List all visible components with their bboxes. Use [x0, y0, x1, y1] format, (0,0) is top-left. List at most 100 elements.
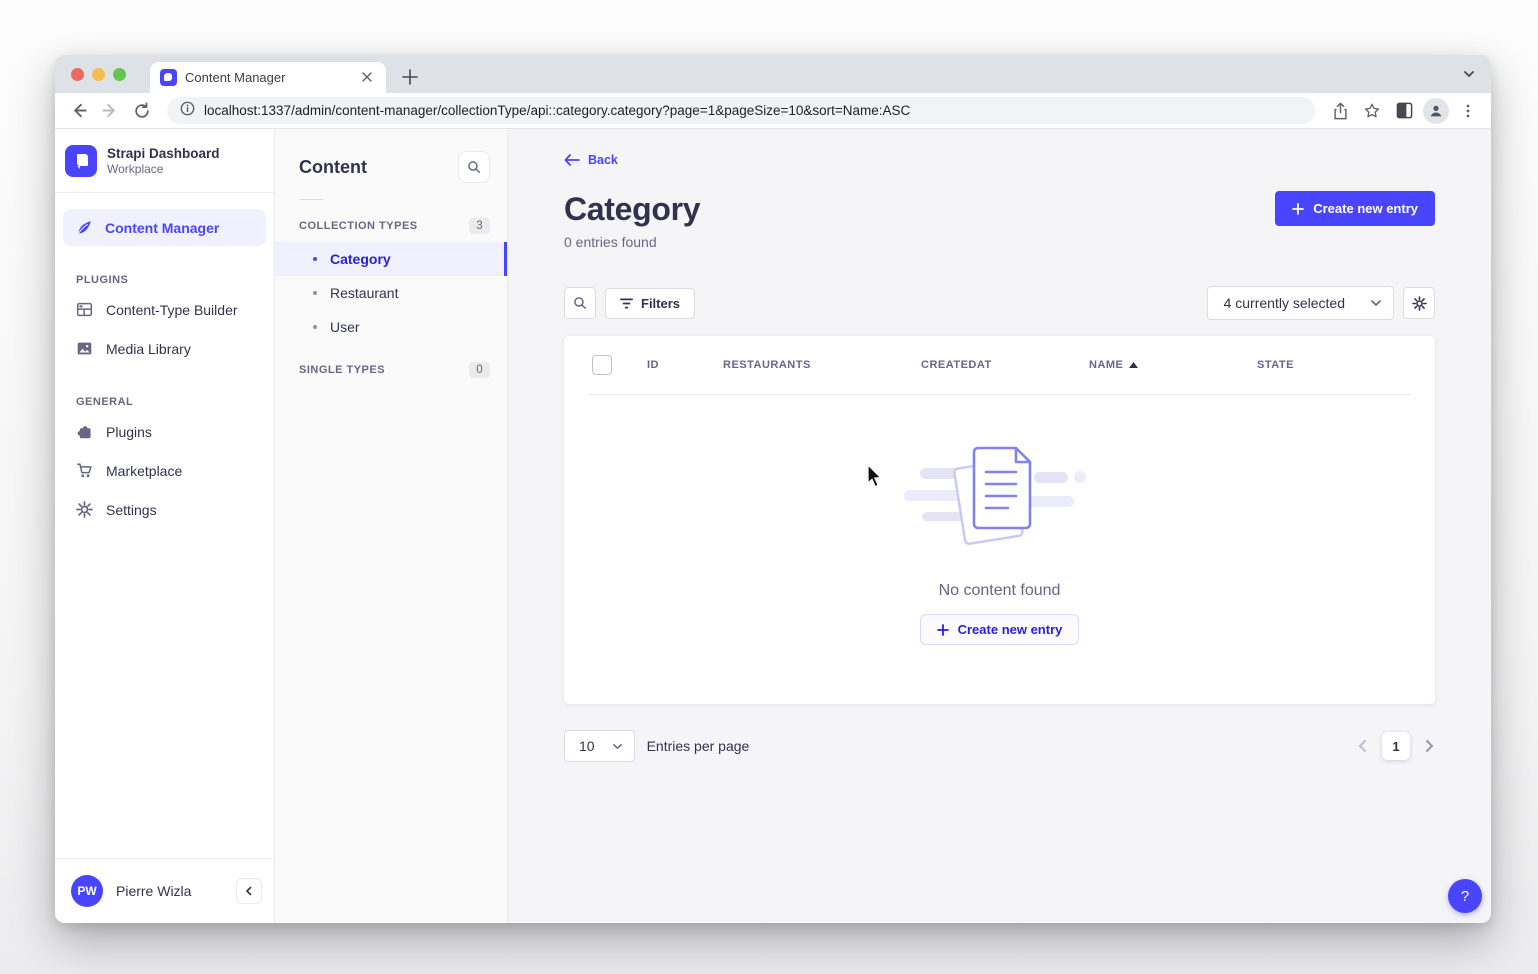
site-info-icon[interactable] [180, 101, 195, 121]
collapse-sidebar-button[interactable] [236, 878, 262, 904]
pagination-bar: 10 Entries per page 1 [564, 730, 1435, 762]
workspace-name: Workplace [107, 162, 220, 176]
entries-count: 0 entries found [564, 234, 1435, 250]
collection-types-label: COLLECTION TYPES [299, 220, 418, 232]
sidebar-footer: PW Pierre Wizla [55, 858, 274, 923]
sidebar-item-label: Content-Type Builder [106, 302, 238, 318]
reload-icon[interactable] [129, 98, 155, 124]
sidebar-item-label: Plugins [106, 424, 152, 440]
puzzle-icon [76, 423, 93, 440]
filters-button[interactable]: Filters [605, 288, 695, 319]
gear-icon [76, 501, 93, 518]
subnav-item-restaurant[interactable]: Restaurant [275, 276, 507, 310]
subnav-item-label: Restaurant [330, 285, 398, 301]
fields-selected-value: 4 currently selected [1224, 295, 1345, 311]
back-link[interactable]: Back [564, 153, 618, 167]
empty-create-new-entry-button[interactable]: Create new entry [920, 614, 1080, 645]
search-icon [573, 296, 587, 310]
page-size-select[interactable]: 10 [564, 730, 635, 762]
subnav-item-label: Category [330, 251, 391, 267]
select-all-checkbox[interactable] [592, 355, 612, 375]
column-header-restaurants[interactable]: RESTAURANTS [723, 359, 921, 371]
user-avatar[interactable]: PW [71, 875, 103, 907]
create-new-entry-label: Create new entry [1313, 201, 1418, 216]
column-header-createdat[interactable]: CREATEDAT [921, 359, 1089, 371]
chevron-left-icon [244, 886, 254, 896]
caret-down-icon [1371, 300, 1381, 306]
window-controls[interactable] [71, 68, 126, 81]
browser-menu-icon[interactable] [1455, 98, 1481, 124]
main-content: Back Category Create new entry 0 entries… [508, 129, 1491, 923]
tab-title: Content Manager [185, 70, 350, 85]
view-settings-button[interactable] [1403, 287, 1435, 319]
table-header-divider [588, 394, 1411, 395]
picture-icon [76, 340, 93, 357]
browser-tab[interactable]: Content Manager [150, 62, 386, 93]
filters-label: Filters [641, 296, 680, 311]
layout-grid-icon [76, 301, 93, 318]
page-size-value: 10 [579, 738, 595, 754]
subnav-search-button[interactable] [458, 151, 490, 183]
entries-per-page-label: Entries per page [647, 738, 750, 754]
subnav-item-category[interactable]: Category [275, 242, 507, 276]
filter-bar: Filters 4 currently selected [564, 286, 1435, 320]
sidebar-item-media-library[interactable]: Media Library [55, 329, 274, 368]
column-header-state[interactable]: STATE [1257, 359, 1411, 371]
sidebar-item-marketplace[interactable]: Marketplace [55, 451, 274, 490]
bookmark-star-icon[interactable] [1359, 98, 1385, 124]
sidebar-item-settings[interactable]: Settings [55, 490, 274, 529]
empty-documents-illustration [892, 436, 1108, 556]
bullet-icon [313, 291, 317, 295]
back-nav-icon[interactable] [65, 98, 91, 124]
table-header-row: ID RESTAURANTS CREATEDAT NAME STATE [564, 336, 1435, 394]
browser-profile-icon[interactable] [1423, 98, 1449, 124]
page-number-button[interactable]: 1 [1382, 732, 1410, 760]
collection-types-count-badge: 3 [469, 218, 490, 234]
share-icon[interactable] [1327, 98, 1353, 124]
zoom-window-button[interactable] [113, 68, 126, 81]
subnav-item-user[interactable]: User [275, 310, 507, 344]
empty-state: No content found Create new entry [564, 436, 1435, 645]
table-search-button[interactable] [564, 287, 596, 319]
shopping-cart-icon [76, 462, 93, 479]
url-bar[interactable]: localhost:1337/admin/content-manager/col… [167, 97, 1315, 124]
create-new-entry-button[interactable]: Create new entry [1275, 191, 1435, 226]
workspace-text: Strapi Dashboard Workplace [107, 146, 220, 177]
single-types-count-badge: 0 [469, 362, 490, 378]
app-name: Strapi Dashboard [107, 146, 220, 163]
page-title: Category [564, 191, 700, 228]
tab-list-chevron-down-icon[interactable] [1461, 66, 1477, 87]
forward-nav-icon[interactable] [97, 98, 123, 124]
workspace-header[interactable]: Strapi Dashboard Workplace [55, 129, 274, 193]
page-header: Back Category Create new entry 0 entries… [508, 129, 1491, 250]
strapi-logo-icon [65, 145, 97, 177]
sort-ascending-icon [1129, 362, 1138, 368]
fields-selected-dropdown[interactable]: 4 currently selected [1207, 286, 1394, 320]
bullet-icon [313, 257, 317, 261]
help-button[interactable]: ? [1448, 879, 1482, 913]
minimize-window-button[interactable] [92, 68, 105, 81]
sidebar-item-content-manager[interactable]: Content Manager [63, 209, 266, 246]
single-types-section: SINGLE TYPES 0 [275, 344, 507, 386]
sidebar-item-label: Settings [106, 502, 157, 518]
sidebar-item-plugins[interactable]: Plugins [55, 412, 274, 451]
sidebar-item-content-type-builder[interactable]: Content-Type Builder [55, 290, 274, 329]
subnav-title: Content [299, 157, 367, 178]
next-page-chevron-icon[interactable] [1424, 739, 1435, 753]
tab-close-icon[interactable] [358, 69, 376, 87]
entries-table: ID RESTAURANTS CREATEDAT NAME STATE [564, 336, 1435, 704]
tab-strip: Content Manager [55, 55, 1491, 93]
sidebar-item-label: Content Manager [105, 220, 219, 236]
close-window-button[interactable] [71, 68, 84, 81]
new-tab-button[interactable] [398, 65, 422, 89]
sidebar-item-label: Marketplace [106, 463, 182, 479]
browser-window: Content Manager localhost:1337/admin/con… [55, 55, 1491, 923]
content-subnav: Content COLLECTION TYPES 3 Category Rest… [275, 129, 508, 923]
column-header-id[interactable]: ID [647, 359, 723, 371]
column-header-name[interactable]: NAME [1089, 359, 1257, 371]
side-panel-icon[interactable] [1391, 98, 1417, 124]
caret-down-icon [613, 744, 622, 749]
url-text[interactable]: localhost:1337/admin/content-manager/col… [204, 103, 910, 118]
previous-page-chevron-icon[interactable] [1357, 739, 1368, 753]
quill-pen-icon [76, 219, 93, 236]
